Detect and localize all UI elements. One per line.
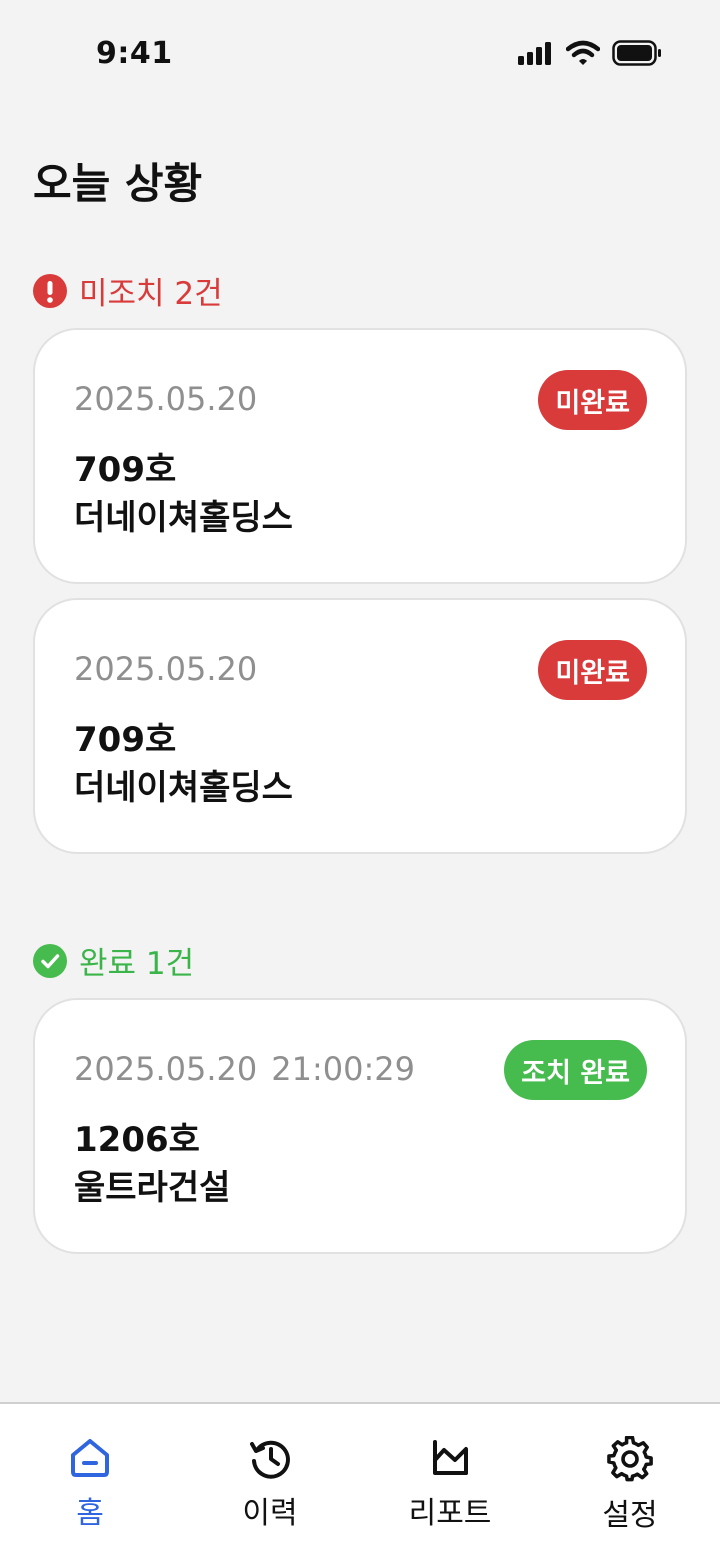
nav-item-settings[interactable]: 설정 bbox=[565, 1436, 695, 1534]
card-company: 울트라건설 bbox=[74, 1168, 231, 1208]
card-date: 2025.05.20 bbox=[74, 650, 258, 688]
nav-label-home: 홈 bbox=[76, 1496, 104, 1531]
page-title: 오늘 상황 bbox=[33, 159, 203, 208]
nav-item-report[interactable]: 리포트 bbox=[385, 1436, 515, 1532]
card-room: 1206호 bbox=[74, 1120, 200, 1160]
pending-section-header: 미조치 2건 bbox=[33, 268, 223, 313]
status-badge: 미완료 bbox=[538, 370, 647, 430]
status-badge: 미완료 bbox=[538, 640, 647, 700]
card-company: 더네이쳐홀딩스 bbox=[74, 768, 293, 808]
pending-card[interactable]: 2025.05.20 미완료 709호 더네이쳐홀딩스 bbox=[33, 328, 687, 584]
nav-label-settings: 설정 bbox=[602, 1498, 658, 1533]
alert-icon bbox=[33, 273, 67, 308]
wifi-icon bbox=[566, 40, 600, 65]
nav-item-home[interactable]: 홈 bbox=[25, 1436, 155, 1532]
card-date: 2025.05.20 bbox=[74, 1050, 258, 1088]
nav-label-history: 이력 bbox=[242, 1496, 298, 1531]
status-icons bbox=[518, 40, 662, 66]
status-bar: 9:41 bbox=[0, 0, 720, 100]
done-section-header: 완료 1건 bbox=[33, 938, 194, 983]
report-icon bbox=[433, 1440, 468, 1475]
check-circle-icon bbox=[33, 943, 67, 978]
bottom-nav: 홈 이력 리포트 설정 bbox=[0, 1402, 720, 1560]
done-count-label: 완료 1건 bbox=[79, 946, 195, 982]
status-badge: 조치 완료 bbox=[504, 1040, 647, 1100]
nav-item-history[interactable]: 이력 bbox=[205, 1436, 335, 1532]
done-card[interactable]: 2025.05.20 21:00:29 조치 완료 1206호 울트라건설 bbox=[33, 998, 687, 1254]
pending-count-label: 미조치 2건 bbox=[79, 276, 223, 312]
card-time: 21:00:29 bbox=[271, 1050, 415, 1088]
card-room: 709호 bbox=[74, 720, 177, 760]
card-company: 더네이쳐홀딩스 bbox=[74, 498, 293, 538]
screen: 9:41 오늘 상황 미조치 2건 2025.05.20 미완료 709호 더네… bbox=[0, 0, 720, 1560]
home-icon bbox=[71, 1439, 109, 1477]
card-room: 709호 bbox=[74, 450, 177, 490]
history-icon bbox=[250, 1440, 290, 1479]
gear-icon bbox=[607, 1436, 653, 1482]
battery-icon bbox=[612, 40, 661, 66]
card-date: 2025.05.20 bbox=[74, 380, 258, 418]
nav-label-report: 리포트 bbox=[408, 1496, 492, 1531]
status-time: 9:41 bbox=[96, 36, 173, 71]
signal-icon bbox=[518, 42, 551, 65]
pending-card[interactable]: 2025.05.20 미완료 709호 더네이쳐홀딩스 bbox=[33, 598, 687, 854]
card-datetime: 2025.05.20 21:00:29 bbox=[74, 1050, 415, 1088]
